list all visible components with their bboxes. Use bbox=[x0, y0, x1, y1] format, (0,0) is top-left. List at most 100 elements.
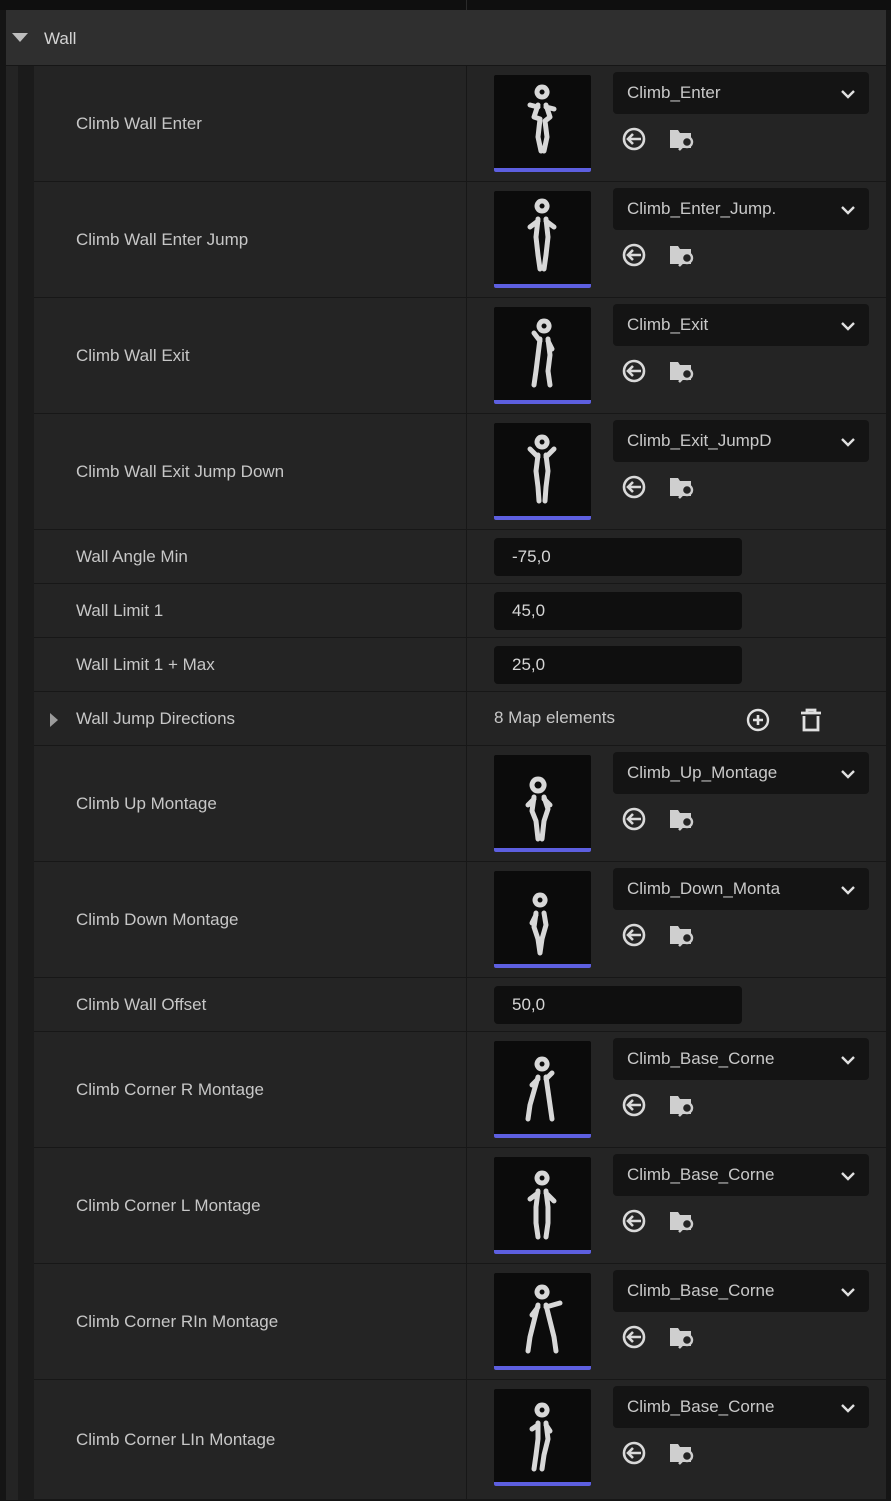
triangle-right-icon[interactable] bbox=[50, 713, 58, 727]
column-divider[interactable] bbox=[466, 978, 467, 1031]
property-label: Climb Corner R Montage bbox=[76, 1080, 265, 1099]
folder-search-icon[interactable] bbox=[667, 1092, 697, 1123]
arrow-left-circle-icon[interactable] bbox=[621, 1092, 647, 1123]
asset-picker-value: Climb_Enter bbox=[627, 83, 721, 102]
folder-search-icon[interactable] bbox=[667, 474, 697, 505]
folder-search-icon[interactable] bbox=[667, 1440, 697, 1471]
column-divider[interactable] bbox=[466, 638, 467, 691]
folder-search-icon[interactable] bbox=[667, 126, 697, 157]
arrow-left-circle-icon[interactable] bbox=[621, 1208, 647, 1239]
plus-circle-icon[interactable] bbox=[745, 707, 771, 738]
number-input[interactable]: 25,0 bbox=[494, 646, 742, 684]
chevron-down-icon bbox=[841, 1052, 855, 1070]
asset-picker-value: Climb_Base_Corne bbox=[627, 1049, 775, 1068]
indent-gutter bbox=[18, 66, 34, 1500]
asset-picker-combo[interactable]: Climb_Enter bbox=[613, 72, 869, 114]
chevron-down-icon bbox=[841, 766, 855, 784]
arrow-left-circle-icon[interactable] bbox=[621, 922, 647, 953]
asset-picker-combo[interactable]: Climb_Base_Corne bbox=[613, 1038, 869, 1080]
folder-search-icon[interactable] bbox=[667, 358, 697, 389]
map-element-count: 8 Map elements bbox=[494, 708, 615, 727]
column-divider[interactable] bbox=[466, 1032, 467, 1147]
asset-thumbnail[interactable] bbox=[494, 423, 591, 520]
asset-type-bar bbox=[494, 516, 591, 520]
asset-picker-value: Climb_Base_Corne bbox=[627, 1165, 775, 1184]
asset-picker-combo[interactable]: Climb_Base_Corne bbox=[613, 1154, 869, 1196]
column-divider[interactable] bbox=[466, 298, 467, 413]
folder-search-icon[interactable] bbox=[667, 922, 697, 953]
asset-thumbnail[interactable] bbox=[494, 1273, 591, 1370]
asset-type-bar bbox=[494, 964, 591, 968]
asset-thumbnail[interactable] bbox=[494, 1157, 591, 1254]
column-divider[interactable] bbox=[466, 182, 467, 297]
property-label: Climb Corner LIn Montage bbox=[76, 1430, 276, 1449]
arrow-left-circle-icon[interactable] bbox=[621, 474, 647, 505]
folder-search-icon[interactable] bbox=[667, 1208, 697, 1239]
asset-thumbnail[interactable] bbox=[494, 1041, 591, 1138]
asset-thumbnail[interactable] bbox=[494, 1389, 591, 1486]
chevron-down-icon bbox=[841, 1400, 855, 1418]
triangle-down-icon[interactable] bbox=[12, 33, 28, 42]
number-input[interactable]: 45,0 bbox=[494, 592, 742, 630]
number-input[interactable]: -75,0 bbox=[494, 538, 742, 576]
folder-search-icon[interactable] bbox=[667, 242, 697, 273]
asset-picker-combo[interactable]: Climb_Base_Corne bbox=[613, 1386, 869, 1428]
column-divider[interactable] bbox=[466, 1380, 467, 1499]
property-row: Climb Corner RIn Montage Climb_Base_Corn… bbox=[34, 1264, 886, 1380]
number-input[interactable]: 50,0 bbox=[494, 986, 742, 1024]
asset-thumbnail[interactable] bbox=[494, 75, 591, 172]
property-label: Wall Limit 1 bbox=[76, 601, 164, 620]
asset-type-bar bbox=[494, 848, 591, 852]
property-label: Climb Up Montage bbox=[76, 794, 217, 813]
property-label: Climb Corner L Montage bbox=[76, 1196, 261, 1215]
property-row: Climb Wall Exit Climb_Exit bbox=[34, 298, 886, 414]
asset-type-bar bbox=[494, 1482, 591, 1486]
asset-picker-value: Climb_Exit bbox=[627, 315, 709, 334]
folder-search-icon[interactable] bbox=[667, 1324, 697, 1355]
column-divider[interactable] bbox=[466, 746, 467, 861]
column-divider[interactable] bbox=[466, 584, 467, 637]
chevron-down-icon bbox=[841, 882, 855, 900]
property-label: Climb Wall Enter bbox=[76, 114, 202, 133]
asset-picker-combo[interactable]: Climb_Exit bbox=[613, 304, 869, 346]
asset-thumbnail[interactable] bbox=[494, 307, 591, 404]
property-label: Wall Jump Directions bbox=[76, 709, 236, 728]
character-pose-icon bbox=[527, 434, 557, 504]
asset-picker-combo[interactable]: Climb_Exit_JumpD bbox=[613, 420, 869, 462]
asset-picker-combo[interactable]: Climb_Enter_Jump. bbox=[613, 188, 869, 230]
column-divider[interactable] bbox=[466, 1148, 467, 1263]
column-divider[interactable] bbox=[466, 530, 467, 583]
column-divider[interactable] bbox=[466, 1264, 467, 1379]
asset-picker-combo[interactable]: Climb_Up_Montage bbox=[613, 752, 869, 794]
arrow-left-circle-icon[interactable] bbox=[621, 1440, 647, 1471]
column-divider[interactable] bbox=[466, 692, 467, 745]
asset-picker-combo[interactable]: Climb_Base_Corne bbox=[613, 1270, 869, 1312]
column-divider[interactable] bbox=[466, 862, 467, 977]
asset-thumbnail[interactable] bbox=[494, 191, 591, 288]
character-pose-icon bbox=[527, 198, 557, 272]
column-divider[interactable] bbox=[466, 414, 467, 529]
asset-picker-value: Climb_Base_Corne bbox=[627, 1397, 775, 1416]
property-label: Climb Wall Offset bbox=[76, 995, 207, 1014]
column-divider[interactable] bbox=[466, 66, 467, 181]
property-label: Climb Wall Exit bbox=[76, 346, 190, 365]
arrow-left-circle-icon[interactable] bbox=[621, 1324, 647, 1355]
character-pose-icon bbox=[529, 892, 549, 956]
arrow-left-circle-icon[interactable] bbox=[621, 126, 647, 157]
asset-thumbnail[interactable] bbox=[494, 871, 591, 968]
asset-thumbnail[interactable] bbox=[494, 755, 591, 852]
arrow-left-circle-icon[interactable] bbox=[621, 242, 647, 273]
asset-picker-combo[interactable]: Climb_Down_Monta bbox=[613, 868, 869, 910]
asset-picker-value: Climb_Down_Monta bbox=[627, 879, 781, 898]
number-value: 25,0 bbox=[512, 655, 546, 674]
folder-search-icon[interactable] bbox=[667, 806, 697, 837]
arrow-left-circle-icon[interactable] bbox=[621, 358, 647, 389]
property-row: Climb Corner L Montage Climb_Base_Corne bbox=[34, 1148, 886, 1264]
arrow-left-circle-icon[interactable] bbox=[621, 806, 647, 837]
asset-type-bar bbox=[494, 168, 591, 172]
section-header-wall[interactable]: Wall bbox=[6, 10, 886, 66]
property-row: Climb Corner R Montage Climb_Base_Corne bbox=[34, 1032, 886, 1148]
trash-icon[interactable] bbox=[798, 707, 824, 738]
property-row: Climb Down Montage Climb_Down_Monta bbox=[34, 862, 886, 978]
asset-picker-value: Climb_Exit_JumpD bbox=[627, 431, 772, 450]
